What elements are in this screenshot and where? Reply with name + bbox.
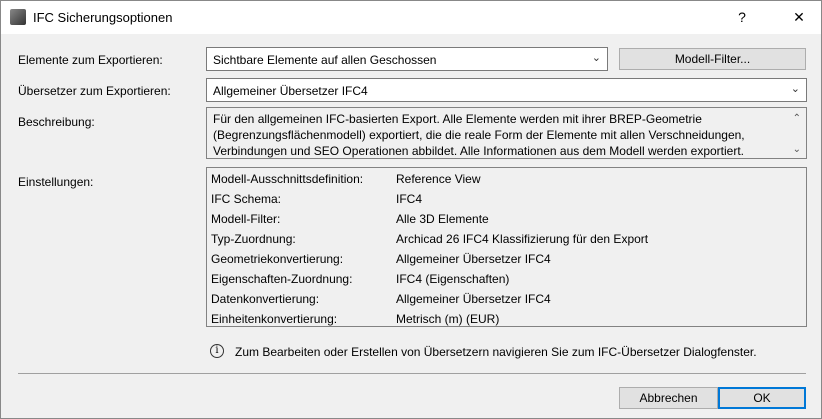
settings-value: Alle 3D Elemente <box>396 212 489 226</box>
settings-value: Metrisch (m) (EUR) <box>396 312 500 326</box>
settings-key: Typ-Zuordnung: <box>211 232 296 246</box>
translator-value: Allgemeiner Übersetzer IFC4 <box>213 84 368 98</box>
info-text: Zum Bearbeiten oder Erstellen von Überse… <box>235 345 757 359</box>
close-button[interactable]: ✕ <box>784 5 814 29</box>
settings-key: Eigenschaften-Zuordnung: <box>211 272 353 286</box>
cancel-button[interactable]: Abbrechen <box>619 387 718 409</box>
window-title: IFC Sicherungsoptionen <box>33 10 173 25</box>
description-textarea[interactable]: Für den allgemeinen IFC-basierten Export… <box>206 107 807 159</box>
settings-key: Datenkonvertierung: <box>211 292 320 306</box>
help-button[interactable]: ? <box>727 5 757 29</box>
chevron-down-icon: ⌄ <box>591 52 601 64</box>
translator-select[interactable]: Allgemeiner Übersetzer IFC4 ⌄ <box>206 78 807 102</box>
translator-label: Übersetzer zum Exportieren: <box>18 84 171 98</box>
description-text: Für den allgemeinen IFC-basierten Export… <box>213 112 745 158</box>
ok-button[interactable]: OK <box>718 387 806 409</box>
settings-value: Reference View <box>396 172 481 186</box>
scroll-up-icon[interactable]: ⌃ <box>793 111 801 127</box>
settings-label: Einstellungen: <box>18 175 94 189</box>
scroll-down-icon[interactable]: ⌄ <box>793 142 801 158</box>
elements-label: Elemente zum Exportieren: <box>18 53 163 67</box>
settings-value: Archicad 26 IFC4 Klassifizierung für den… <box>396 232 649 246</box>
settings-key: IFC Schema: <box>211 192 282 206</box>
chevron-down-icon: ⌄ <box>790 83 800 95</box>
settings-key: Einheitenkonvertierung: <box>211 312 338 326</box>
settings-key: Geometriekonvertierung: <box>211 252 344 266</box>
settings-key: Modell-Filter: <box>211 212 281 226</box>
settings-key: Modell-Ausschnittsdefinition: <box>211 172 364 186</box>
app-icon <box>10 9 26 25</box>
elements-select[interactable]: Sichtbare Elemente auf allen Geschossen … <box>206 47 608 71</box>
settings-value: IFC4 <box>396 192 423 206</box>
settings-value: IFC4 (Eigenschaften) <box>396 272 510 286</box>
divider <box>18 373 806 374</box>
info-icon: i <box>210 344 224 358</box>
description-label: Beschreibung: <box>18 115 95 129</box>
elements-value: Sichtbare Elemente auf allen Geschossen <box>213 53 437 67</box>
settings-value: Allgemeiner Übersetzer IFC4 <box>396 292 551 306</box>
settings-value: Allgemeiner Übersetzer IFC4 <box>396 252 551 266</box>
settings-list: Modell-Ausschnittsdefinition: Reference V… <box>206 167 807 327</box>
model-filter-button[interactable]: Modell-Filter... <box>619 48 806 70</box>
